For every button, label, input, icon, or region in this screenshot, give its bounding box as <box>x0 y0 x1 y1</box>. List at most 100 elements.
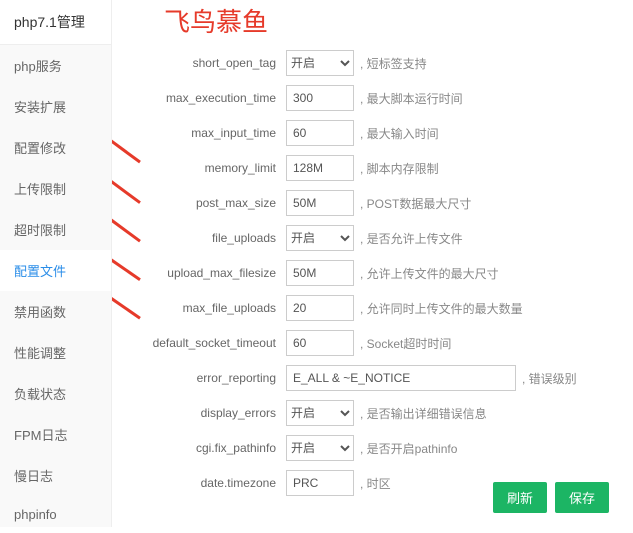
setting-field: 开启 <box>286 435 354 461</box>
sidebar: php7.1管理 php服务安装扩展配置修改上传限制超时限制配置文件禁用函数性能… <box>0 0 112 527</box>
action-bar: 刷新 保存 <box>493 482 609 513</box>
separator: , <box>360 337 367 351</box>
setting-field <box>286 470 354 496</box>
setting-row-error_reporting: error_reporting, 错误级别 <box>130 365 615 391</box>
setting-input-error_reporting[interactable] <box>286 365 516 391</box>
setting-field <box>286 260 354 286</box>
setting-desc: , 短标签支持 <box>360 55 427 72</box>
setting-desc-text: 时区 <box>367 477 391 491</box>
setting-row-file_uploads: file_uploads开启, 是否允许上传文件 <box>130 225 615 251</box>
setting-input-default_socket_timeout[interactable] <box>286 330 354 356</box>
separator: , <box>360 127 367 141</box>
setting-select-display_errors[interactable]: 开启 <box>286 400 354 426</box>
setting-field: 开启 <box>286 400 354 426</box>
setting-desc: , 脚本内存限制 <box>360 160 439 177</box>
setting-desc-text: 允许上传文件的最大尺寸 <box>367 267 499 281</box>
setting-desc-text: 是否开启pathinfo <box>367 442 458 456</box>
setting-desc: , 时区 <box>360 475 391 492</box>
setting-desc-text: 错误级别 <box>529 372 577 386</box>
setting-input-memory_limit[interactable] <box>286 155 354 181</box>
separator: , <box>360 302 367 316</box>
setting-desc: , 是否允许上传文件 <box>360 230 463 247</box>
sidebar-item-3[interactable]: 上传限制 <box>0 168 111 209</box>
setting-desc: , 是否输出详细错误信息 <box>360 405 487 422</box>
setting-row-upload_max_filesize: upload_max_filesize, 允许上传文件的最大尺寸 <box>130 260 615 286</box>
setting-label: file_uploads <box>130 231 286 245</box>
sidebar-item-5[interactable]: 配置文件 <box>0 250 111 291</box>
setting-desc-text: 允许同时上传文件的最大数量 <box>367 302 523 316</box>
separator: , <box>360 197 367 211</box>
sidebar-item-2[interactable]: 配置修改 <box>0 127 111 168</box>
main-panel: 飞鸟慕鱼 short_open_tag开启, 短标签支持max_executio… <box>112 0 633 527</box>
setting-desc: , 最大脚本运行时间 <box>360 90 463 107</box>
separator: , <box>360 162 367 176</box>
setting-row-cgi.fix_pathinfo: cgi.fix_pathinfo开启, 是否开启pathinfo <box>130 435 615 461</box>
setting-field <box>286 155 354 181</box>
setting-desc: , 最大输入时间 <box>360 125 439 142</box>
sidebar-item-6[interactable]: 禁用函数 <box>0 291 111 332</box>
setting-label: post_max_size <box>130 196 286 210</box>
setting-field <box>286 330 354 356</box>
setting-desc: , Socket超时时间 <box>360 335 451 352</box>
sidebar-item-9[interactable]: FPM日志 <box>0 414 111 455</box>
app-root: php7.1管理 php服务安装扩展配置修改上传限制超时限制配置文件禁用函数性能… <box>0 0 633 527</box>
setting-desc-text: 最大输入时间 <box>367 127 439 141</box>
setting-row-max_file_uploads: max_file_uploads, 允许同时上传文件的最大数量 <box>130 295 615 321</box>
setting-desc: , 允许同时上传文件的最大数量 <box>360 300 523 317</box>
setting-label: error_reporting <box>130 371 286 385</box>
setting-label: short_open_tag <box>130 56 286 70</box>
setting-desc: , 允许上传文件的最大尺寸 <box>360 265 499 282</box>
setting-input-upload_max_filesize[interactable] <box>286 260 354 286</box>
setting-desc: , POST数据最大尺寸 <box>360 195 471 212</box>
setting-field: 开启 <box>286 50 354 76</box>
watermark-text: 飞鸟慕鱼 <box>164 2 268 39</box>
settings-form: short_open_tag开启, 短标签支持max_execution_tim… <box>130 50 615 496</box>
setting-field <box>286 120 354 146</box>
setting-select-file_uploads[interactable]: 开启 <box>286 225 354 251</box>
sidebar-item-11[interactable]: phpinfo <box>0 496 111 533</box>
setting-row-short_open_tag: short_open_tag开启 , 短标签支持 <box>130 50 615 76</box>
setting-row-max_input_time: max_input_time, 最大输入时间 <box>130 120 615 146</box>
sidebar-item-4[interactable]: 超时限制 <box>0 209 111 250</box>
setting-input-max_file_uploads[interactable] <box>286 295 354 321</box>
setting-label: date.timezone <box>130 476 286 490</box>
setting-desc: , 是否开启pathinfo <box>360 440 457 457</box>
refresh-button[interactable]: 刷新 <box>493 482 547 513</box>
separator: , <box>360 442 367 456</box>
sidebar-header: php7.1管理 <box>0 0 111 45</box>
setting-desc-text: 是否允许上传文件 <box>367 232 463 246</box>
setting-field <box>286 85 354 111</box>
setting-desc: , 错误级别 <box>522 370 577 387</box>
sidebar-item-10[interactable]: 慢日志 <box>0 455 111 496</box>
sidebar-item-8[interactable]: 负载状态 <box>0 373 111 414</box>
setting-input-post_max_size[interactable] <box>286 190 354 216</box>
setting-input-max_input_time[interactable] <box>286 120 354 146</box>
separator: , <box>360 477 367 491</box>
separator: , <box>360 232 367 246</box>
setting-field <box>286 295 354 321</box>
setting-select-cgi.fix_pathinfo[interactable]: 开启 <box>286 435 354 461</box>
setting-input-date.timezone[interactable] <box>286 470 354 496</box>
setting-label: max_input_time <box>130 126 286 140</box>
setting-row-default_socket_timeout: default_socket_timeout, Socket超时时间 <box>130 330 615 356</box>
setting-row-display_errors: display_errors开启, 是否输出详细错误信息 <box>130 400 615 426</box>
setting-label: max_execution_time <box>130 91 286 105</box>
setting-label: default_socket_timeout <box>130 336 286 350</box>
save-button[interactable]: 保存 <box>555 482 609 513</box>
setting-field <box>286 365 516 391</box>
setting-input-max_execution_time[interactable] <box>286 85 354 111</box>
separator: , <box>522 372 529 386</box>
sidebar-item-0[interactable]: php服务 <box>0 45 111 86</box>
setting-desc-text: POST数据最大尺寸 <box>367 197 472 211</box>
setting-desc-text: 最大脚本运行时间 <box>367 92 463 106</box>
separator: , <box>360 267 367 281</box>
setting-row-post_max_size: post_max_size, POST数据最大尺寸 <box>130 190 615 216</box>
setting-desc-text: Socket超时时间 <box>367 337 452 351</box>
sidebar-item-7[interactable]: 性能调整 <box>0 332 111 373</box>
setting-select-short_open_tag[interactable]: 开启 <box>286 50 354 76</box>
sidebar-item-1[interactable]: 安装扩展 <box>0 86 111 127</box>
separator: , <box>360 407 367 421</box>
setting-desc-text: 短标签支持 <box>367 57 427 71</box>
setting-label: cgi.fix_pathinfo <box>130 441 286 455</box>
setting-desc-text: 是否输出详细错误信息 <box>367 407 487 421</box>
